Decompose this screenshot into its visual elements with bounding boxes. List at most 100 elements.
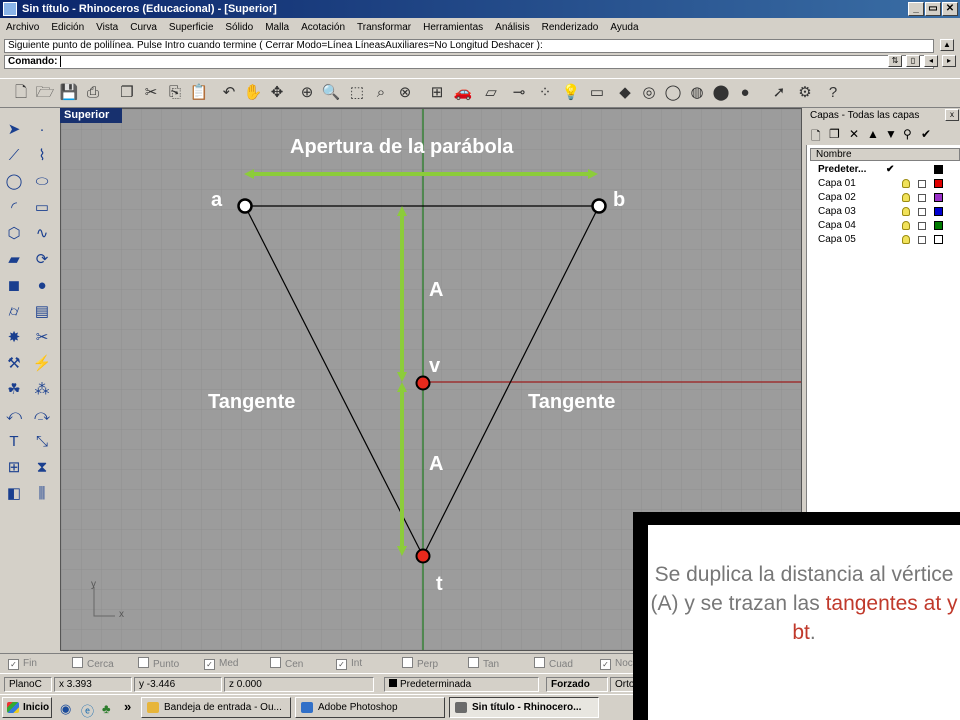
render-red-icon[interactable]: ◆ <box>614 82 636 104</box>
layer-icon[interactable]: ▭ <box>586 82 608 104</box>
task-photoshop[interactable]: Adobe Photoshop <box>295 697 445 718</box>
points-icon[interactable]: ⁘ <box>534 82 556 104</box>
osnap-tan[interactable]: Tan <box>468 657 499 672</box>
point-icon[interactable]: · <box>30 118 54 142</box>
layer-color-swatch[interactable] <box>934 235 943 244</box>
checkbox-icon[interactable] <box>402 657 413 668</box>
menu-ayuda[interactable]: Ayuda <box>610 22 638 33</box>
arc-icon[interactable]: ◜ <box>2 196 26 220</box>
command-scroll-icon[interactable]: ⇅ <box>888 55 902 67</box>
grid-plane-icon[interactable]: ▱ <box>480 82 502 104</box>
curve-icon[interactable]: ∿ <box>30 222 54 246</box>
open-file-icon[interactable]: 🗁 <box>34 82 56 104</box>
rectangle-icon[interactable]: ▭ <box>30 196 54 220</box>
checkbox-icon[interactable] <box>138 657 149 668</box>
template-icon[interactable]: ❐ <box>116 82 138 104</box>
array-icon[interactable]: ⁂ <box>30 378 54 402</box>
osnap-noc[interactable]: ✓ Noc <box>600 657 633 671</box>
menu-herramientas[interactable]: Herramientas <box>423 22 483 33</box>
shaded-icon[interactable]: ◍ <box>686 82 708 104</box>
revolve-icon[interactable]: ⟳ <box>30 248 54 272</box>
layer-row-default[interactable]: Predeter... ✔ <box>810 163 960 177</box>
checkbox-icon[interactable]: ✓ <box>600 659 611 670</box>
viewport-title-tab[interactable]: Superior <box>60 108 122 123</box>
layer-color-swatch[interactable] <box>934 193 943 202</box>
layer-row-capa04[interactable]: Capa 04 <box>810 219 960 233</box>
rendered-icon[interactable]: ● <box>734 82 756 104</box>
layer-color-swatch[interactable] <box>934 221 943 230</box>
menu-curva[interactable]: Curva <box>130 22 157 33</box>
group-icon[interactable]: ☘ <box>2 378 26 402</box>
lock-icon[interactable] <box>918 236 926 244</box>
cylinder-icon[interactable]: ⌭ <box>2 300 26 324</box>
move-view-icon[interactable]: ✥ <box>266 82 288 104</box>
pan-hand-icon[interactable]: ✋ <box>242 82 264 104</box>
four-viewports-icon[interactable]: ⊞ <box>426 82 448 104</box>
close-button[interactable]: ✕ <box>942 2 958 16</box>
menu-solido[interactable]: Sólido <box>225 22 253 33</box>
print-icon[interactable]: ⎙ <box>82 82 104 104</box>
select-arrow-icon[interactable]: ➤ <box>2 118 26 142</box>
checkbox-icon[interactable] <box>72 657 83 668</box>
layer-row-capa01[interactable]: Capa 01 <box>810 177 960 191</box>
command-input[interactable] <box>60 56 62 67</box>
layer-row-capa05[interactable]: Capa 05 <box>810 233 960 247</box>
lightbulb-icon[interactable] <box>902 179 910 188</box>
paste-icon[interactable]: 📋 <box>188 82 210 104</box>
menu-vista[interactable]: Vista <box>96 22 118 33</box>
checkbox-icon[interactable]: ✓ <box>336 659 347 670</box>
copy-icon[interactable]: ⎘ <box>164 82 186 104</box>
start-button[interactable]: Inicio <box>2 697 52 718</box>
select-arrow-icon[interactable]: ➚ <box>768 82 790 104</box>
osnap-perp[interactable]: Perp <box>402 657 438 672</box>
menu-malla[interactable]: Malla <box>265 22 289 33</box>
polyline-icon[interactable]: ⌇ <box>30 144 54 168</box>
layers-close-icon[interactable]: x <box>945 109 959 121</box>
polygon-icon[interactable]: ⬡ <box>2 222 26 246</box>
dimension-icon[interactable]: ⤡ <box>30 430 54 454</box>
zoom-window-icon[interactable]: ⬚ <box>346 82 368 104</box>
split-icon[interactable]: ⚒ <box>2 352 26 376</box>
light-icon[interactable]: 💡 <box>560 82 582 104</box>
status-plane[interactable]: PlanoC <box>4 677 52 692</box>
media-player-icon[interactable]: ◉ <box>60 701 71 717</box>
join-icon[interactable]: ⚡ <box>30 352 54 376</box>
menu-acotacion[interactable]: Acotación <box>301 22 345 33</box>
surface-icon[interactable]: ▰ <box>2 248 26 272</box>
checkbox-icon[interactable] <box>534 657 545 668</box>
layer-row-capa03[interactable]: Capa 03 <box>810 205 960 219</box>
circle-icon[interactable]: ◯ <box>2 170 26 194</box>
restore-button[interactable]: ▭ <box>925 2 941 16</box>
new-file-icon[interactable]: 🗋 <box>10 82 32 104</box>
lightbulb-icon[interactable] <box>902 207 910 216</box>
quick-launch-icon[interactable]: ♣ <box>102 701 111 716</box>
lock-icon[interactable] <box>918 222 926 230</box>
cut-icon[interactable]: ✂ <box>140 82 162 104</box>
menu-archivo[interactable]: Archivo <box>6 22 39 33</box>
fillet-icon[interactable]: ⤺ <box>2 404 26 428</box>
analysis-icon[interactable]: ⫼ <box>30 482 54 506</box>
task-outlook[interactable]: Bandeja de entrada - Ou... <box>141 697 291 718</box>
layer-row-capa02[interactable]: Capa 02 <box>810 191 960 205</box>
lightbulb-icon[interactable] <box>902 221 910 230</box>
move-up-icon[interactable]: ▲ <box>867 127 879 141</box>
checkbox-icon[interactable] <box>468 657 479 668</box>
layers-column-header[interactable]: Nombre <box>810 148 960 161</box>
minimize-button[interactable]: _ <box>908 2 924 16</box>
command-pane-icon[interactable]: ▯ <box>906 55 920 67</box>
osnap-cen[interactable]: Cen <box>270 657 303 672</box>
options-gear-icon[interactable]: ⚙ <box>794 82 816 104</box>
layer-color-swatch[interactable] <box>934 165 943 174</box>
filter-icon[interactable]: ⚲ <box>903 127 912 141</box>
task-rhinoceros[interactable]: Sin título - Rhinocero... <box>449 697 599 718</box>
render-sphere-icon[interactable]: ⬤ <box>710 82 732 104</box>
scroll-up-button[interactable]: ▲ <box>940 39 954 51</box>
cplane-icon[interactable]: ⊸ <box>508 82 530 104</box>
help-icon[interactable]: ? <box>822 82 844 104</box>
explode-icon[interactable]: ✸ <box>2 326 26 350</box>
wireframe-icon[interactable]: ◯ <box>662 82 684 104</box>
lock-icon[interactable] <box>918 180 926 188</box>
checkbox-icon[interactable]: ✓ <box>8 659 19 670</box>
line-icon[interactable]: ⟋ <box>2 144 26 168</box>
lightbulb-icon[interactable] <box>902 235 910 244</box>
